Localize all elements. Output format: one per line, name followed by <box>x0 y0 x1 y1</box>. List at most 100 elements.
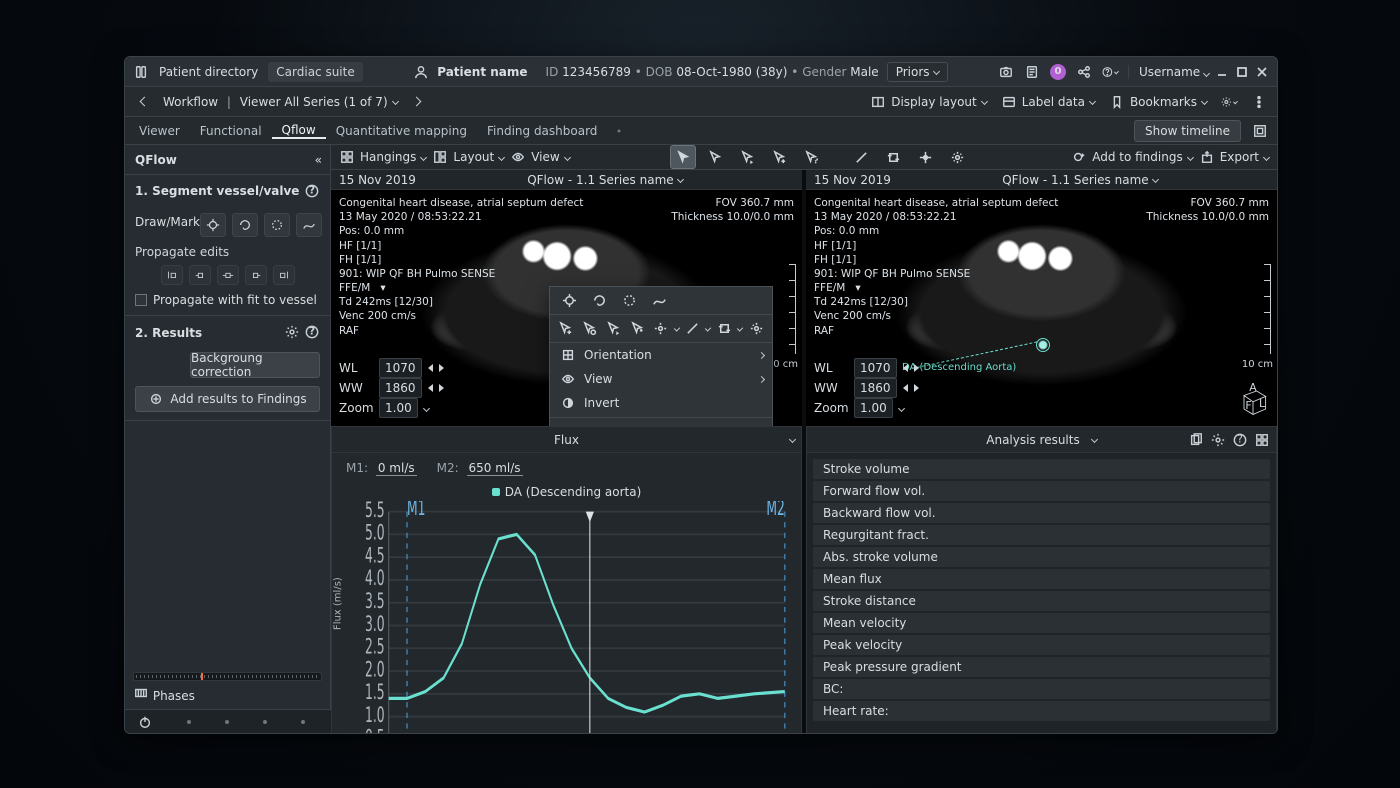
magic-tool[interactable] <box>944 145 970 169</box>
ctx-line-menu[interactable] <box>705 325 711 331</box>
select-tool[interactable] <box>702 145 728 169</box>
ww-dec[interactable] <box>903 384 908 392</box>
fullscreen-icon[interactable] <box>1247 119 1273 143</box>
phase-scrubber[interactable] <box>133 672 322 681</box>
cardiac-suite-chip[interactable]: Cardiac suite <box>268 62 362 82</box>
export-dropdown[interactable]: Export <box>1199 149 1269 165</box>
bookmarks-dropdown[interactable]: Bookmarks <box>1109 94 1207 110</box>
ctx-freehand[interactable] <box>646 289 672 313</box>
result-row[interactable]: Volume inside <box>813 733 1270 734</box>
patient-directory-link[interactable]: Patient directory <box>159 65 258 79</box>
grid-icon[interactable] <box>1254 432 1270 448</box>
tab-finding-dashboard[interactable]: Finding dashboard <box>477 123 607 139</box>
help-icon[interactable]: ? <box>304 183 320 199</box>
result-row[interactable]: Forward flow vol. <box>813 481 1270 501</box>
add-results-button[interactable]: Add results to Findings <box>135 386 320 412</box>
zoom-value[interactable]: 1.00 <box>854 398 893 418</box>
wl-value[interactable]: 1070 <box>379 358 422 378</box>
result-row[interactable]: Mean flux <box>813 569 1270 589</box>
result-row[interactable]: Abs. stroke volume <box>813 547 1270 567</box>
report-icon[interactable] <box>1024 64 1040 80</box>
flux-chart[interactable]: 0.00.51.01.52.02.53.03.54.04.55.05.50501… <box>360 501 791 734</box>
right-viewport[interactable]: Congenital heart disease, atrial septum … <box>806 190 1277 426</box>
crop-tool[interactable] <box>880 145 906 169</box>
zoom-value[interactable]: 1.00 <box>379 398 418 418</box>
ww-value[interactable]: 1860 <box>854 378 897 398</box>
ctx-lasso[interactable] <box>586 289 612 313</box>
pointer-play-tool[interactable] <box>734 145 760 169</box>
results-settings-icon[interactable] <box>284 324 300 340</box>
m1-value[interactable]: 0 ml/s <box>376 461 417 476</box>
copy-icon[interactable] <box>1188 432 1204 448</box>
window-minimize[interactable] <box>1215 65 1229 79</box>
ctx-crop-menu[interactable] <box>737 325 743 331</box>
pointer-spark-tool[interactable] <box>798 145 824 169</box>
da-contour[interactable] <box>1036 338 1050 352</box>
ww-dec[interactable] <box>428 384 433 392</box>
tool-circle[interactable] <box>264 213 290 237</box>
ww-inc[interactable] <box>914 384 919 392</box>
zoom-menu[interactable] <box>423 404 430 411</box>
wl-inc[interactable] <box>914 364 919 372</box>
ctx-invert[interactable]: Invert <box>550 391 772 415</box>
ctx-magic[interactable] <box>746 317 766 341</box>
left-viewport[interactable]: Congenital heart disease, atrial septum … <box>331 190 802 426</box>
tab-qflow[interactable]: Qflow <box>272 123 326 139</box>
orientation-cube[interactable]: A F L <box>1235 382 1271 418</box>
nav-back[interactable] <box>135 93 153 111</box>
breadcrumb[interactable]: Workflow | Viewer All Series (1 of 7) <box>163 95 398 109</box>
ctx-ptr-zoom[interactable] <box>580 317 600 341</box>
ww-value[interactable]: 1860 <box>379 378 422 398</box>
crosshair-tool[interactable] <box>912 145 938 169</box>
flux-menu[interactable] <box>789 436 796 443</box>
settings-icon[interactable] <box>1210 432 1226 448</box>
add-to-findings-dropdown[interactable]: Add to findings <box>1071 149 1193 165</box>
window-maximize[interactable] <box>1235 65 1249 79</box>
result-row[interactable]: Backward flow vol. <box>813 503 1270 523</box>
ctx-circle[interactable] <box>616 289 642 313</box>
pointer-tool[interactable] <box>670 145 696 169</box>
ctx-ptr-plus[interactable] <box>556 317 576 341</box>
add-tab-button[interactable] <box>607 123 631 139</box>
result-row[interactable]: Peak velocity <box>813 635 1270 655</box>
prop-prev[interactable] <box>189 265 211 285</box>
ctx-crosshair[interactable] <box>556 289 582 313</box>
zoom-menu[interactable] <box>898 404 905 411</box>
window-close[interactable] <box>1255 65 1269 79</box>
ctx-add-to-findings[interactable]: Add to findings <box>550 420 772 426</box>
ctx-ptr-move[interactable] <box>627 317 647 341</box>
hangings-dropdown[interactable]: Hangings <box>339 149 426 165</box>
priors-dropdown[interactable]: Priors <box>887 62 948 82</box>
notification-badge[interactable]: 0 <box>1050 64 1066 80</box>
kebab-icon[interactable] <box>1251 94 1267 110</box>
result-row[interactable]: BC: <box>813 679 1270 699</box>
wl-inc[interactable] <box>439 364 444 372</box>
display-layout-dropdown[interactable]: Display layout <box>870 94 987 110</box>
help-icon[interactable]: ? <box>304 324 320 340</box>
collapse-sidebar-icon[interactable]: « <box>315 153 320 167</box>
ctx-crop[interactable] <box>714 317 734 341</box>
propagate-fit-checkbox[interactable] <box>135 294 147 306</box>
analysis-results-list[interactable]: Stroke volumeForward flow vol.Backward f… <box>807 453 1276 734</box>
share-icon[interactable] <box>1076 64 1092 80</box>
ctx-orientation[interactable]: Orientation <box>550 343 772 367</box>
background-correction-button[interactable]: Backgroung correction <box>190 352 320 378</box>
result-row[interactable]: Heart rate: <box>813 701 1270 721</box>
tool-freehand[interactable] <box>296 213 322 237</box>
result-row[interactable]: Mean velocity <box>813 613 1270 633</box>
result-row[interactable]: Stroke distance <box>813 591 1270 611</box>
prop-first[interactable] <box>161 265 183 285</box>
nav-forward[interactable] <box>408 93 426 111</box>
series-dropdown[interactable]: QFlow - 1.1 Series name <box>1002 173 1157 187</box>
show-timeline-button[interactable]: Show timeline <box>1134 120 1241 142</box>
analysis-menu[interactable] <box>1091 436 1098 443</box>
label-data-dropdown[interactable]: Label data <box>1001 94 1095 110</box>
help-icon[interactable] <box>1102 64 1118 80</box>
ctx-line[interactable] <box>683 317 703 341</box>
prop-both[interactable] <box>217 265 239 285</box>
wl-dec[interactable] <box>903 364 908 372</box>
result-row[interactable]: Peak pressure gradient <box>813 657 1270 677</box>
result-row[interactable]: Regurgitant fract. <box>813 525 1270 545</box>
power-icon[interactable] <box>137 714 153 730</box>
settings-gear-icon[interactable] <box>1221 94 1237 110</box>
